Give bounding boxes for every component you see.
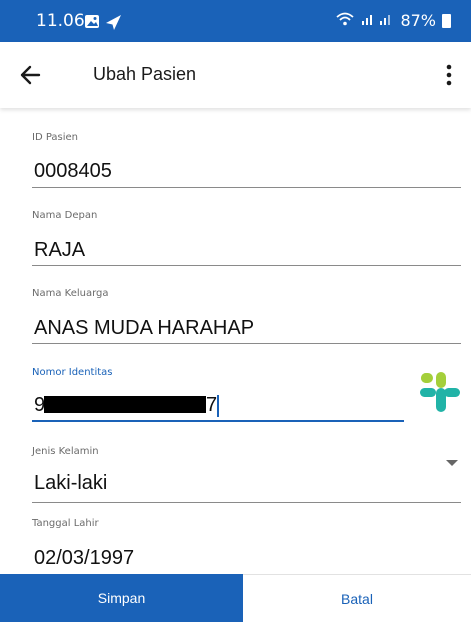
- arrow-left-icon: [20, 65, 41, 85]
- status-indicators: 87%: [336, 11, 451, 30]
- field-underline: [32, 502, 461, 503]
- birth-date-label: Tanggal Lahir: [32, 518, 99, 529]
- save-button[interactable]: Simpan: [0, 574, 243, 622]
- field-underline: [32, 187, 461, 188]
- field-underline: [32, 265, 461, 266]
- battery-percent: 87%: [400, 11, 436, 30]
- id-number-value-end[interactable]: 7: [206, 394, 217, 417]
- action-bar: Simpan Batal: [0, 574, 471, 622]
- more-vertical-icon: [446, 64, 452, 86]
- patient-id-label: ID Pasien: [32, 132, 79, 143]
- text-cursor: [217, 395, 219, 417]
- birth-date-value[interactable]: 02/03/1997: [34, 547, 134, 570]
- family-name-field[interactable]: Nama Keluarga ANAS MUDA HARAHAP: [32, 288, 461, 344]
- status-bar: 11.06 87%: [0, 0, 471, 42]
- patient-id-value[interactable]: 0008405: [34, 160, 112, 183]
- wifi-icon: [336, 11, 355, 30]
- first-name-label: Nama Depan: [32, 210, 98, 221]
- page-title: Ubah Pasien: [93, 64, 197, 84]
- field-underline-focused: [32, 420, 404, 422]
- gender-label: Jenis Kelamin: [32, 446, 99, 457]
- family-name-value[interactable]: ANAS MUDA HARAHAP: [34, 317, 254, 340]
- gender-value[interactable]: Laki-laki: [34, 472, 107, 495]
- battery-icon: [442, 13, 451, 28]
- field-underline: [32, 343, 461, 344]
- patient-form: ID Pasien 0008405 Nama Depan RAJA Nama K…: [0, 108, 471, 575]
- navigation-icon: [106, 15, 121, 30]
- id-number-field[interactable]: Nomor Identitas 9 7: [32, 367, 404, 422]
- gallery-icon: [85, 15, 99, 28]
- signal-icon: [360, 12, 394, 30]
- cancel-button[interactable]: Batal: [243, 574, 471, 622]
- redaction-bar: [44, 396, 206, 413]
- notification-icons: [85, 15, 121, 30]
- back-button[interactable]: [14, 60, 46, 90]
- more-options-button[interactable]: [437, 60, 461, 90]
- app-bar: Ubah Pasien: [0, 42, 471, 108]
- patient-id-field[interactable]: ID Pasien 0008405: [32, 132, 461, 188]
- dropdown-arrow-icon[interactable]: [446, 460, 458, 466]
- gender-select[interactable]: Jenis Kelamin Laki-laki: [32, 446, 461, 503]
- family-name-label: Nama Keluarga: [32, 288, 109, 299]
- birth-date-field[interactable]: Tanggal Lahir 02/03/1997: [32, 518, 461, 575]
- id-number-label: Nomor Identitas: [32, 367, 113, 378]
- first-name-field[interactable]: Nama Depan RAJA: [32, 210, 461, 266]
- first-name-value[interactable]: RAJA: [34, 239, 85, 262]
- status-time: 11.06: [36, 11, 85, 31]
- satusehat-logo-icon[interactable]: [418, 370, 462, 414]
